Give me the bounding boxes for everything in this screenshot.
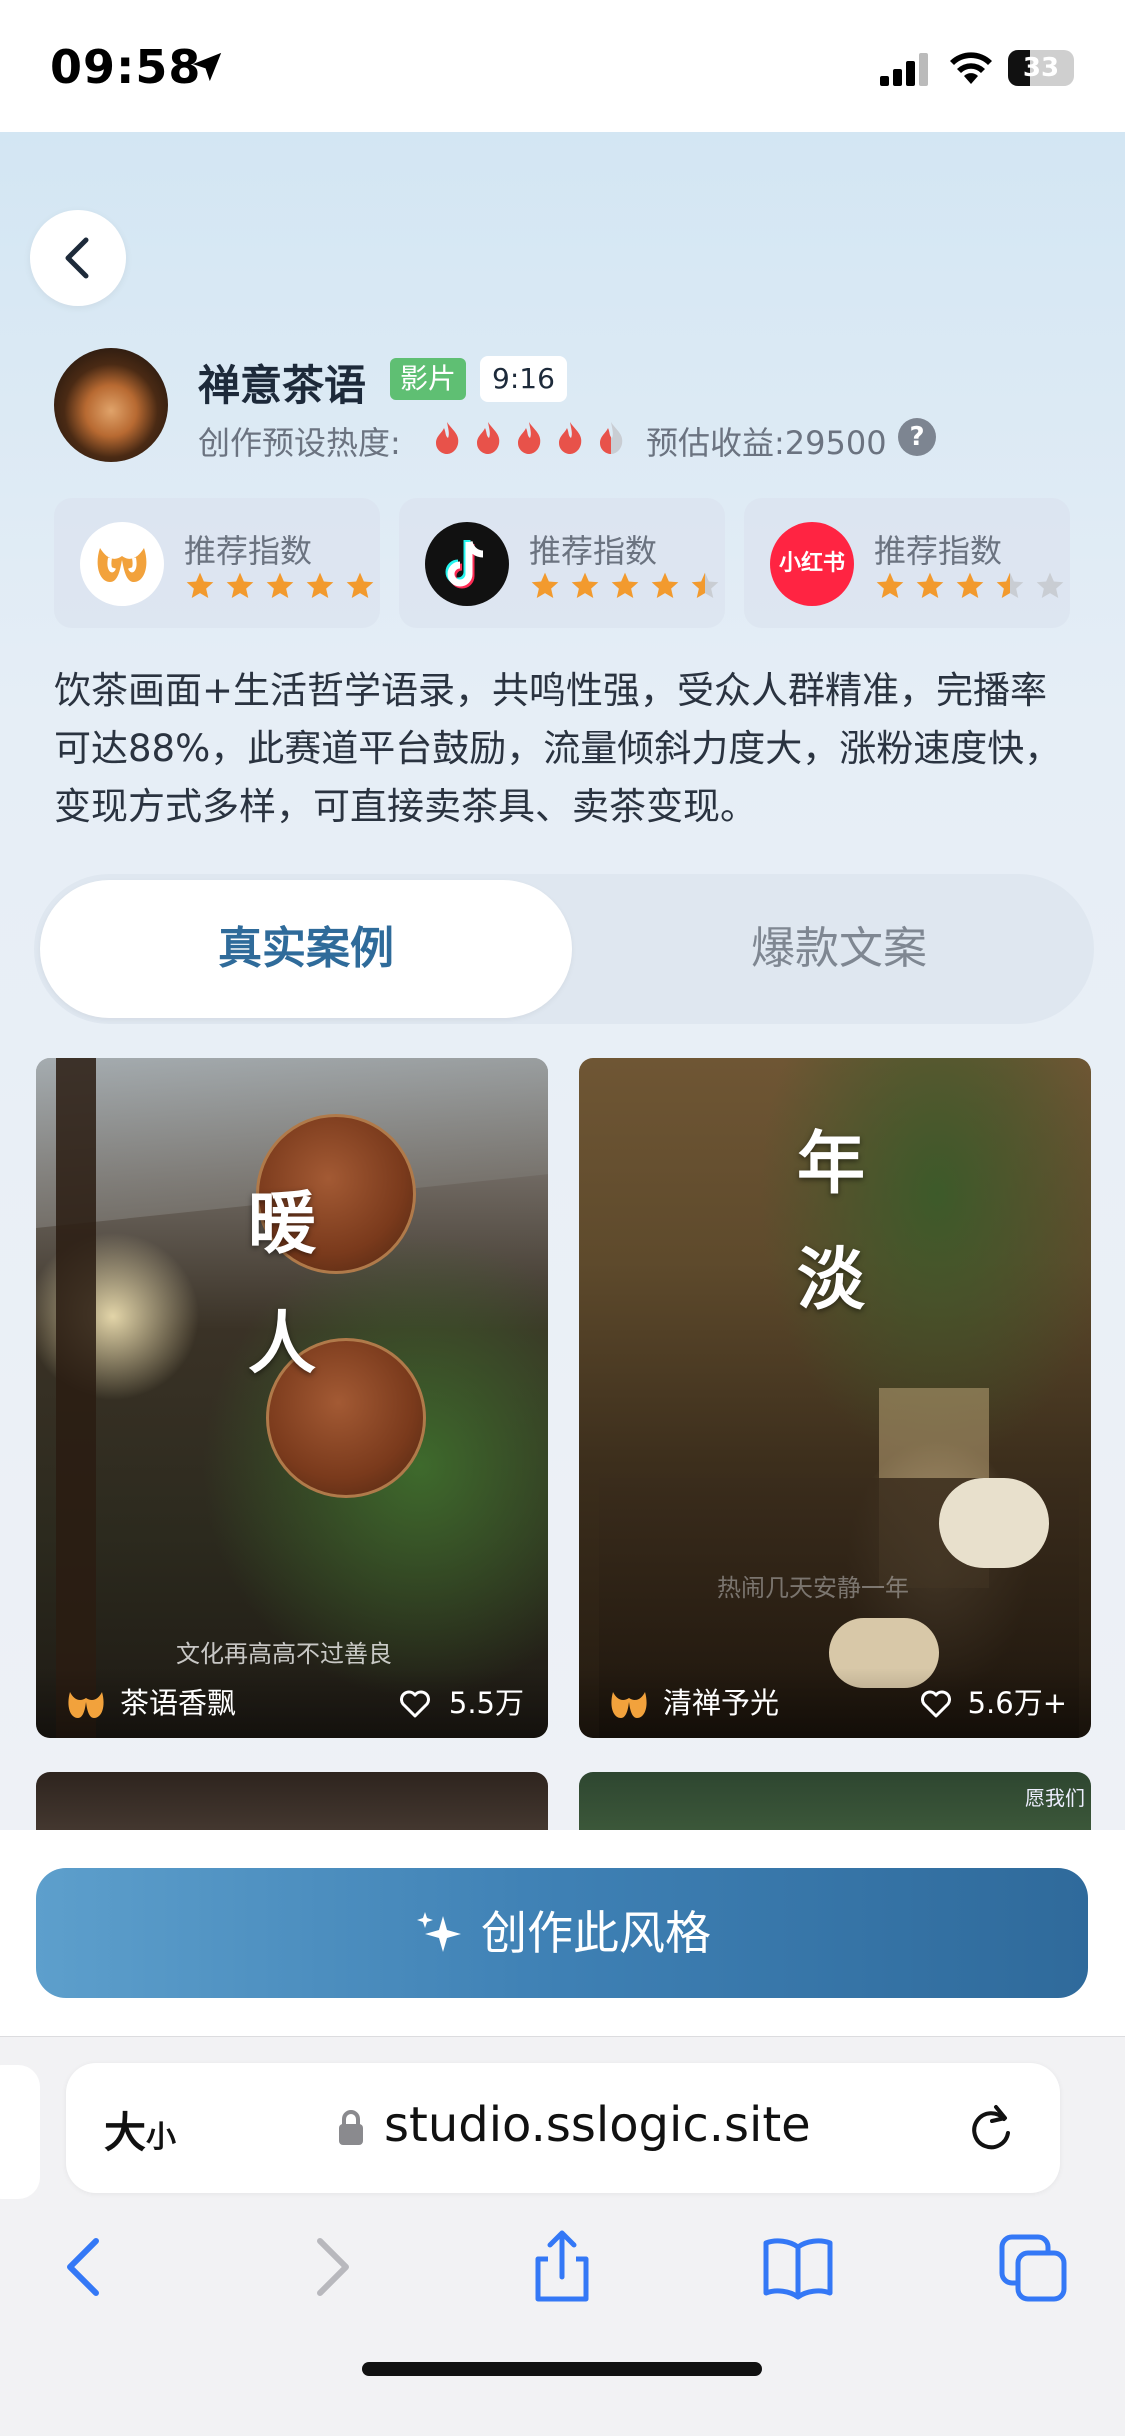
flame-half-icon bbox=[600, 422, 623, 454]
case-likes: 5.6万+ bbox=[967, 1686, 1067, 1720]
previous-tab-preview[interactable] bbox=[0, 2065, 40, 2199]
heat-label: 创作预设热度: bbox=[198, 424, 401, 462]
case-tabs: 真实案例 爆款文案 bbox=[34, 874, 1094, 1024]
flame-icon bbox=[559, 422, 582, 454]
star-icon bbox=[876, 572, 904, 598]
star-icon bbox=[226, 572, 254, 598]
case-card[interactable]: 暖 人 文化再高高不过善良 茶语香飘 5.5万 bbox=[36, 1058, 548, 1738]
bookmarks-icon[interactable] bbox=[758, 2227, 838, 2307]
tab-real-cases[interactable]: 真实案例 bbox=[40, 880, 572, 1018]
main-content[interactable]: 禅意茶语 影片 9:16 创作预设热度: 预估收益:29500 ? 推荐指数 推… bbox=[0, 132, 1125, 1830]
platform-card-douyin: 推荐指数 bbox=[399, 498, 725, 628]
battery-icon: 33 bbox=[1008, 50, 1074, 86]
case-overlay-char: 淡 bbox=[797, 1240, 866, 1320]
platform-label: 推荐指数 bbox=[874, 532, 1003, 570]
star-rating bbox=[184, 570, 379, 604]
heart-icon bbox=[921, 1690, 951, 1718]
wifi-icon bbox=[950, 52, 992, 84]
browser-toolbar: 大小 studio.sslogic.site bbox=[0, 2036, 1125, 2436]
case-card[interactable]: 愿我们 bbox=[579, 1772, 1091, 1830]
kuaiying-logo-icon bbox=[80, 522, 164, 606]
battery-level: 33 bbox=[1022, 53, 1060, 83]
reload-icon[interactable] bbox=[966, 2101, 1016, 2155]
case-overlay-char: 暖 bbox=[248, 1184, 317, 1264]
star-rating bbox=[529, 570, 724, 604]
star-icon bbox=[651, 572, 679, 598]
case-footer: 茶语香飘 5.5万 bbox=[36, 1668, 548, 1738]
platform-label: 推荐指数 bbox=[529, 532, 658, 570]
home-indicator bbox=[362, 2362, 762, 2376]
douyin-logo-icon bbox=[425, 522, 509, 606]
case-caption: 文化再高高不过善良 bbox=[176, 1640, 392, 1668]
create-style-button[interactable]: 创作此风格 bbox=[36, 1868, 1088, 1998]
star-icon bbox=[347, 572, 374, 598]
star-half-icon bbox=[692, 572, 719, 598]
type-tag: 影片 bbox=[390, 358, 467, 400]
xiaohongshu-logo-icon: 小红书 bbox=[770, 522, 854, 606]
star-icon bbox=[571, 572, 599, 598]
status-time: 09:58 bbox=[50, 40, 202, 94]
star-icon bbox=[186, 572, 214, 598]
heart-icon bbox=[400, 1690, 430, 1718]
create-bar: 创作此风格 bbox=[0, 1830, 1125, 2036]
case-author: 茶语香飘 bbox=[120, 1686, 237, 1720]
location-arrow-icon bbox=[192, 52, 222, 82]
lock-icon bbox=[339, 2110, 363, 2145]
estimated-income: 预估收益:29500 bbox=[646, 424, 887, 462]
chevron-right-icon[interactable] bbox=[290, 2227, 370, 2307]
tabs-icon[interactable] bbox=[994, 2227, 1074, 2307]
kuaiying-logo-icon bbox=[68, 1692, 104, 1718]
cellular-signal-icon bbox=[880, 53, 928, 86]
flame-icon bbox=[477, 422, 500, 454]
text-size-button[interactable]: 大小 bbox=[104, 2099, 176, 2160]
flame-icon bbox=[518, 422, 541, 454]
tab-viral-copy[interactable]: 爆款文案 bbox=[594, 880, 1084, 1018]
star-empty-icon bbox=[1037, 572, 1064, 598]
chevron-left-icon bbox=[65, 237, 89, 279]
url-text: studio.sslogic.site bbox=[384, 2097, 811, 2153]
address-bar[interactable]: 大小 studio.sslogic.site bbox=[66, 2063, 1060, 2193]
status-bar: 09:58 33 bbox=[0, 0, 1125, 132]
text-size-small: 小 bbox=[146, 2120, 177, 2155]
sparkle-icon bbox=[417, 1911, 461, 1952]
star-icon bbox=[306, 572, 334, 598]
ratio-tag: 9:16 bbox=[480, 356, 567, 402]
style-avatar bbox=[54, 348, 168, 462]
kuaiying-logo-icon bbox=[611, 1692, 647, 1718]
share-icon[interactable] bbox=[522, 2227, 602, 2307]
platform-label: 推荐指数 bbox=[184, 532, 313, 570]
case-card[interactable]: 年 淡 热闹几天安静一年 清禅予光 5.6万+ bbox=[579, 1058, 1091, 1738]
create-style-label: 创作此风格 bbox=[481, 1906, 711, 1960]
case-overlay-char: 人 bbox=[248, 1304, 317, 1384]
case-footer: 清禅予光 5.6万+ bbox=[579, 1668, 1091, 1738]
platform-card-kuaiying: 推荐指数 bbox=[54, 498, 380, 628]
case-corner-text: 愿我们 bbox=[1025, 1786, 1085, 1810]
case-author: 清禅予光 bbox=[663, 1686, 780, 1720]
case-card[interactable] bbox=[36, 1772, 548, 1830]
case-caption: 热闹几天安静一年 bbox=[717, 1574, 909, 1602]
back-button[interactable] bbox=[30, 210, 126, 306]
heat-rating bbox=[432, 420, 632, 460]
help-icon[interactable]: ? bbox=[898, 418, 936, 456]
browser-navbar bbox=[0, 2227, 1125, 2347]
case-overlay-char: 年 bbox=[797, 1124, 866, 1204]
star-icon bbox=[531, 572, 559, 598]
text-size-big: 大 bbox=[104, 2108, 147, 2157]
star-icon bbox=[956, 572, 984, 598]
star-icon bbox=[611, 572, 639, 598]
case-likes: 5.5万 bbox=[448, 1686, 524, 1720]
star-half-icon bbox=[996, 572, 1024, 598]
star-rating bbox=[874, 570, 1069, 604]
flame-icon bbox=[436, 422, 459, 454]
platform-ratings: 推荐指数 推荐指数 小红书 推荐指数 bbox=[54, 498, 1070, 628]
star-icon bbox=[916, 572, 944, 598]
style-title: 禅意茶语 bbox=[198, 361, 367, 410]
star-icon bbox=[266, 572, 294, 598]
style-description: 饮茶画面+生活哲学语录，共鸣性强，受众人群精准，完播率可达88%，此赛道平台鼓励… bbox=[54, 669, 1062, 828]
platform-card-xiaohongshu: 小红书 推荐指数 bbox=[744, 498, 1070, 628]
chevron-left-icon[interactable] bbox=[46, 2227, 126, 2307]
